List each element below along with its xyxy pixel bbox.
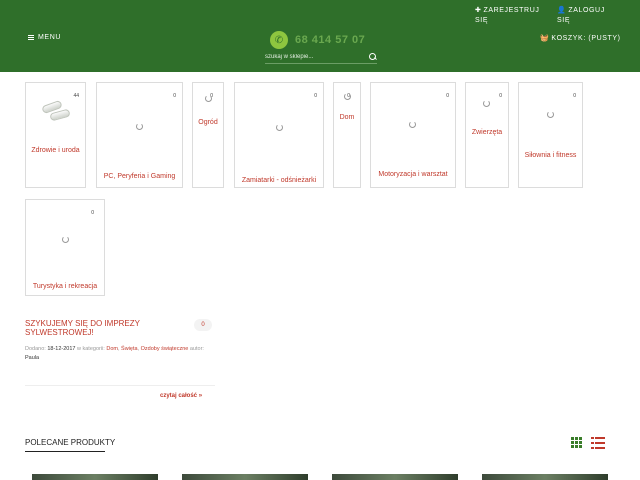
- list-view-icon[interactable]: [591, 437, 605, 449]
- loading-spinner-icon: [344, 93, 351, 100]
- category-name: Zwierzęta: [471, 129, 503, 136]
- search-input[interactable]: [265, 53, 360, 60]
- menu-button[interactable]: MENU: [28, 34, 61, 41]
- section-underline: [25, 451, 105, 452]
- author-label: autor:: [189, 346, 204, 352]
- added-label: Dodano:: [25, 346, 46, 352]
- menu-label: MENU: [38, 34, 62, 41]
- category-count: 0: [173, 93, 176, 99]
- post-category-link[interactable]: Dom: [106, 346, 118, 352]
- category-card-turystyka[interactable]: 0 Turystyka i rekreacja: [25, 199, 105, 296]
- read-more-link[interactable]: czytaj całość »: [160, 393, 202, 399]
- register-label: ZAREJESTRUJ SIĘ: [475, 7, 540, 24]
- post-author: Paula: [25, 355, 40, 361]
- category-name: Siłownia i fitness: [524, 152, 577, 159]
- category-name: Dom: [339, 114, 355, 121]
- phone-number: 68 414 57 07: [295, 34, 366, 46]
- grid-view-icon[interactable]: [571, 437, 584, 449]
- category-count: 0: [446, 93, 449, 99]
- category-card-ogrod[interactable]: 0 Ogród: [192, 82, 224, 188]
- loading-spinner-icon: [205, 95, 212, 102]
- product-thumbnail[interactable]: [182, 474, 308, 480]
- loading-spinner-icon: [136, 123, 143, 130]
- search-box: [265, 50, 377, 64]
- loading-spinner-icon: [409, 121, 416, 128]
- category-name: PC, Peryferia i Gaming: [103, 173, 176, 180]
- category-count: 0: [499, 93, 502, 99]
- category-image: [38, 99, 74, 123]
- cart-link[interactable]: 🧺 KOSZYK: (PUSTY): [540, 34, 621, 42]
- post-title-link[interactable]: SZYKUJEMY SIĘ DO IMPREZY SYLWESTROWEJ!: [25, 319, 185, 337]
- category-card-pc[interactable]: 0 PC, Peryferia i Gaming: [96, 82, 183, 188]
- post-meta: Dodano: 18-12-2017 w kategorii: Dom, Świ…: [25, 346, 204, 361]
- basket-icon: 🧺: [540, 35, 550, 42]
- loading-spinner-icon: [62, 236, 69, 243]
- comment-count-badge: 0: [194, 319, 212, 331]
- category-card-zdrowie[interactable]: 44 Zdrowie i uroda: [25, 82, 86, 188]
- post-category-link[interactable]: Ozdoby świąteczne: [141, 346, 189, 352]
- login-link[interactable]: 👤 ZALOGUJ SIĘ: [557, 6, 617, 26]
- category-card-zwierzeta[interactable]: 0 Zwierzęta: [465, 82, 509, 188]
- product-thumbnail[interactable]: [482, 474, 608, 480]
- divider: [25, 385, 215, 386]
- search-icon[interactable]: [369, 52, 377, 61]
- category-card-motoryzacja[interactable]: 0 Motoryzacja i warsztat: [370, 82, 456, 188]
- loading-spinner-icon: [547, 111, 554, 118]
- post-date: 18-12-2017: [47, 346, 76, 352]
- site-header: MENU ✚ ZAREJESTRUJ SIĘ 👤 ZALOGUJ SIĘ ✆ 68 …: [0, 0, 640, 72]
- user-icon: 👤: [557, 7, 567, 14]
- plus-icon: ✚: [475, 7, 482, 14]
- cart-label: KOSZYK: (PUSTY): [551, 35, 621, 42]
- loading-spinner-icon: [483, 100, 490, 107]
- category-name: Zdrowie i uroda: [31, 147, 80, 154]
- category-name: Ogród: [198, 119, 218, 126]
- category-count: 44: [73, 93, 79, 99]
- hamburger-icon: [28, 35, 34, 40]
- phone-contact: ✆ 68 414 57 07: [270, 31, 365, 49]
- category-count: 0: [573, 93, 576, 99]
- loading-spinner-icon: [276, 124, 283, 131]
- in-category-label: w kategorii:: [77, 346, 105, 352]
- category-card-dom[interactable]: 0 Dom: [333, 82, 361, 188]
- section-title: POLECANE PRODUKTY: [25, 438, 116, 447]
- category-count: 0: [314, 93, 317, 99]
- phone-icon: ✆: [270, 31, 288, 49]
- category-name: Turystyka i rekreacja: [32, 283, 98, 290]
- category-card-zamiatarki[interactable]: 0 Zamiatarki - odśnieżarki: [234, 82, 324, 188]
- category-name: Zamiatarki - odśnieżarki: [241, 177, 317, 184]
- product-thumbnail[interactable]: [332, 474, 458, 480]
- register-link[interactable]: ✚ ZAREJESTRUJ SIĘ: [475, 6, 545, 26]
- category-card-silownia[interactable]: 0 Siłownia i fitness: [518, 82, 583, 188]
- product-thumbnail[interactable]: [32, 474, 158, 480]
- category-name: Motoryzacja i warsztat: [378, 171, 448, 178]
- post-category-link[interactable]: Święta: [121, 346, 138, 352]
- category-count: 0: [91, 210, 94, 216]
